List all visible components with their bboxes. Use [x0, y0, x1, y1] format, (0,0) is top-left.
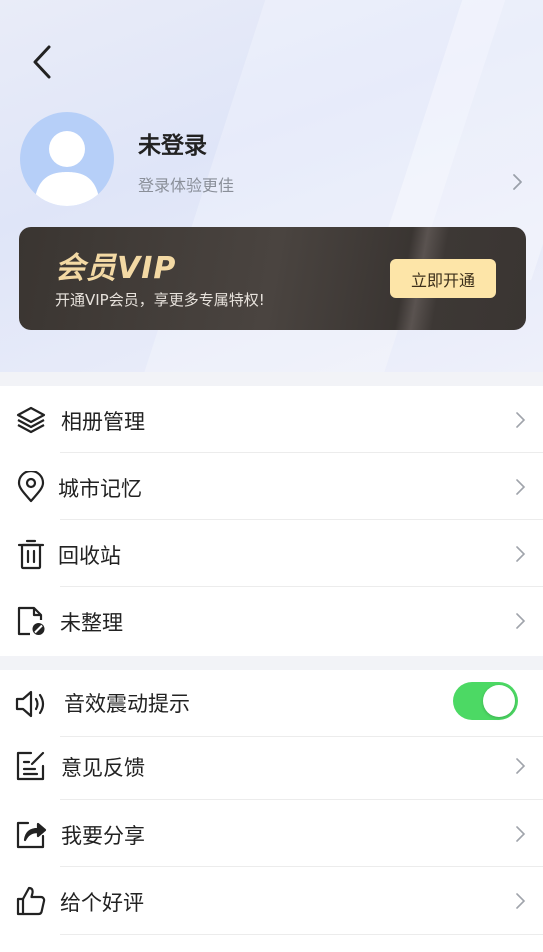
chevron-right-icon: [516, 893, 526, 909]
trash-icon: [14, 537, 48, 571]
menu-item-label: 未整理: [60, 611, 123, 635]
layers-icon: [14, 403, 48, 437]
profile-subtitle: 登录体验更佳: [138, 176, 235, 195]
thumbs-up-icon: [14, 884, 48, 918]
sound-vibration-toggle[interactable]: [453, 682, 518, 720]
vip-banner[interactable]: 会员VIP 开通VIP会员，享更多专属特权! 立即开通: [19, 227, 526, 330]
share-icon: [14, 817, 48, 851]
chevron-left-icon: [33, 45, 51, 79]
menu-item-label: 给个好评: [60, 891, 144, 915]
chevron-right-icon: [516, 412, 526, 428]
chevron-right-icon: [516, 613, 526, 629]
chevron-right-icon: [516, 826, 526, 842]
user-placeholder-icon: [34, 131, 100, 206]
back-button[interactable]: [24, 40, 60, 84]
menu-item-city-memory[interactable]: 城市记忆: [0, 453, 543, 520]
menu-item-album-management[interactable]: 相册管理: [0, 386, 543, 453]
menu-item-rate[interactable]: 给个好评: [0, 867, 543, 935]
menu-item-feedback[interactable]: 意见反馈: [0, 732, 543, 800]
divider: [60, 934, 543, 935]
vip-description: 开通VIP会员，享更多专属特权!: [55, 291, 265, 309]
menu-item-recycle-bin[interactable]: 回收站: [0, 520, 543, 587]
speaker-icon: [14, 687, 48, 721]
profile-name[interactable]: 未登录: [138, 126, 207, 160]
vip-open-button[interactable]: 立即开通: [390, 259, 496, 298]
menu-item-sound-vibration: 音效震动提示: [0, 670, 543, 737]
menu-item-label: 相册管理: [61, 410, 145, 434]
menu-item-label: 音效震动提示: [64, 692, 190, 716]
file-blocked-icon: [14, 604, 48, 638]
chevron-right-icon[interactable]: [512, 172, 524, 192]
edit-note-icon: [14, 749, 48, 783]
menu-item-label: 意见反馈: [61, 756, 145, 780]
chevron-right-icon: [516, 758, 526, 774]
menu-item-share[interactable]: 我要分享: [0, 800, 543, 867]
avatar[interactable]: [20, 112, 114, 206]
toggle-knob: [483, 685, 515, 717]
location-pin-icon: [14, 470, 48, 504]
vip-title: 会员VIP: [55, 251, 177, 286]
menu-item-label: 城市记忆: [58, 477, 142, 501]
menu-item-unsorted[interactable]: 未整理: [0, 587, 543, 654]
profile-header: 未登录 登录体验更佳 会员VIP 开通VIP会员，享更多专属特权! 立即开通: [0, 0, 543, 372]
menu-section-settings: 音效震动提示 意见反馈 我要分享 给个好评: [0, 670, 543, 952]
menu-item-label: 我要分享: [61, 824, 145, 848]
chevron-right-icon: [516, 479, 526, 495]
menu-item-label: 回收站: [58, 544, 121, 568]
menu-section-albums: 相册管理 城市记忆 回收站 未整理: [0, 386, 543, 656]
chevron-right-icon: [516, 546, 526, 562]
